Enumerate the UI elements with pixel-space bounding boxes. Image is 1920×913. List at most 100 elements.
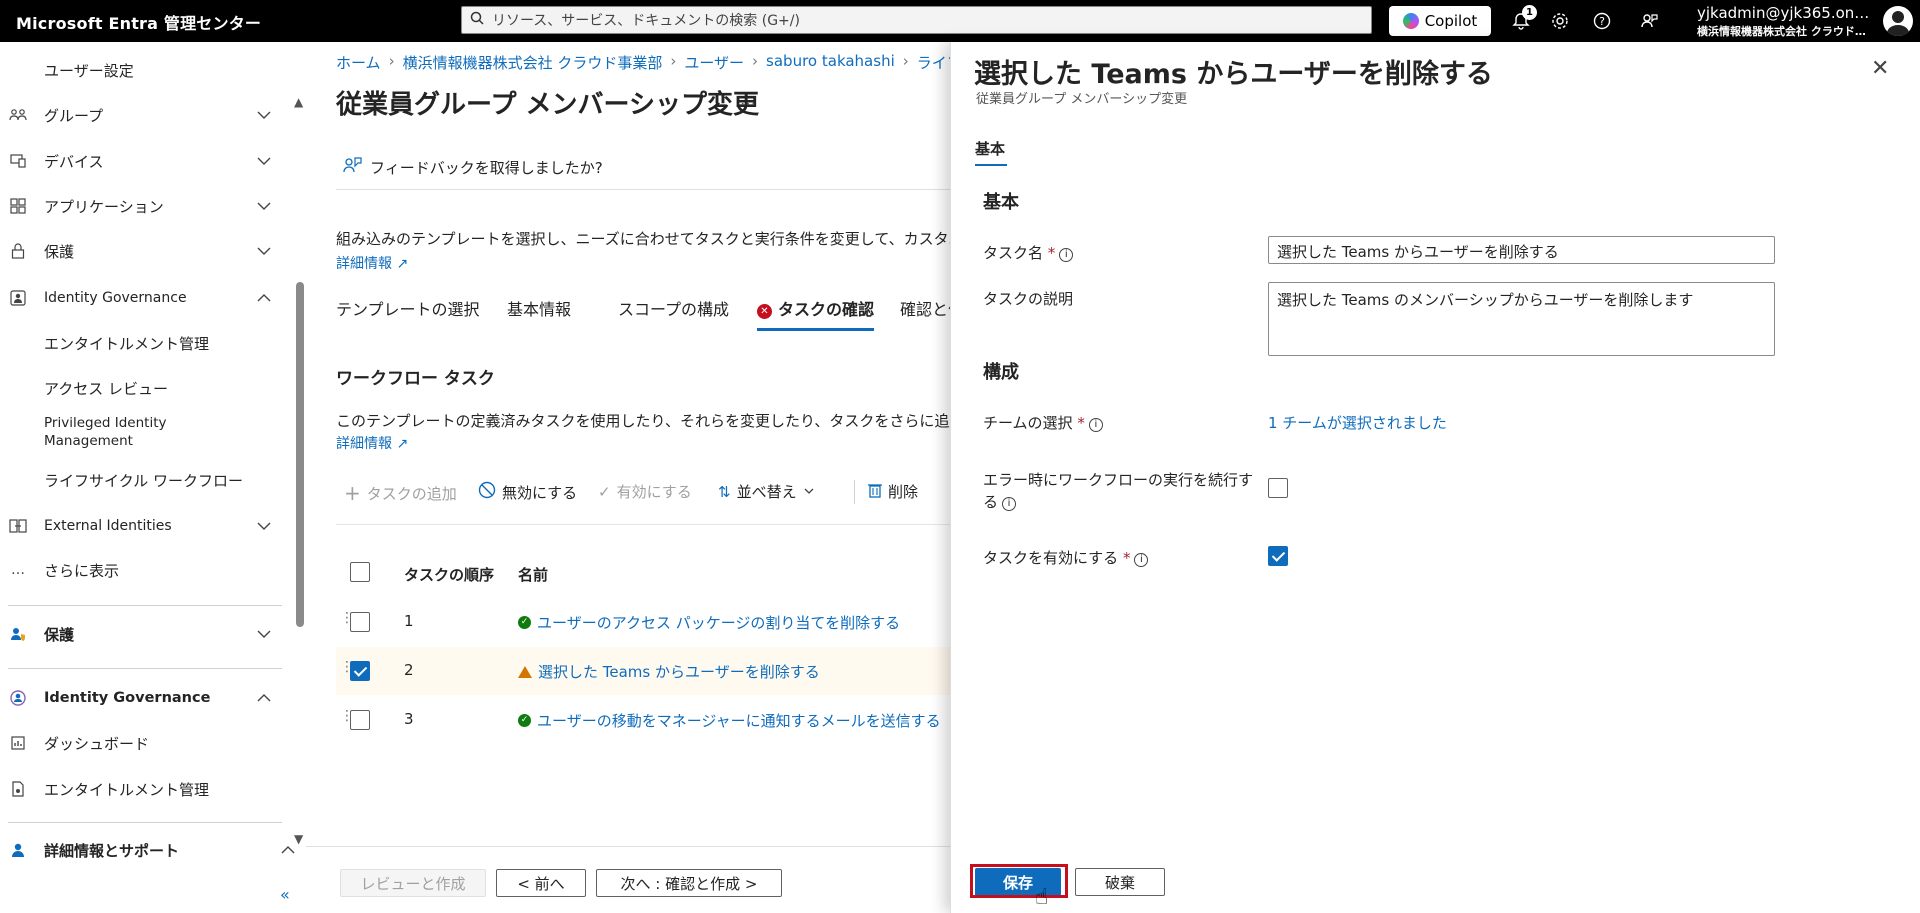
sort-button[interactable]: ⇅ 並べ替え: [718, 481, 815, 502]
active-tab-indicator: [975, 164, 1007, 166]
chevron-down-icon: [256, 626, 272, 642]
table-row[interactable]: ⋮ 2 選択した Teams からユーザーを削除する: [336, 647, 950, 695]
user-email[interactable]: yjkadmin@yjk365.on…: [1697, 4, 1869, 22]
task-name: 選択した Teams からユーザーを削除する: [538, 663, 820, 681]
panel-title: 選択した Teams からユーザーを削除する: [974, 59, 1493, 90]
next-button[interactable]: 次へ : 確認と作成 >: [596, 869, 782, 897]
sidebar-divider: [8, 668, 282, 669]
sidebar-item-groups[interactable]: グループ: [0, 97, 290, 133]
breadcrumb-separator: ›: [752, 52, 759, 70]
scroll-up-arrow-icon[interactable]: ▲: [294, 95, 303, 109]
previous-button[interactable]: < 前へ: [496, 869, 586, 897]
tab-basic-info[interactable]: 基本情報: [507, 296, 571, 320]
sidebar-section-learn-support[interactable]: 詳細情報とサポート: [0, 832, 295, 868]
review-create-button[interactable]: レビューと作成: [340, 869, 486, 897]
sidebar-item-label: アプリケーション: [44, 197, 164, 216]
delete-task-button[interactable]: 削除: [868, 481, 918, 502]
disable-task-button[interactable]: 無効にする: [478, 481, 577, 503]
team-select-label: チームの選択 * i: [983, 412, 1103, 433]
sidebar-item-label: Identity Governance: [44, 290, 187, 306]
chevron-down-icon: [256, 198, 272, 214]
sidebar-section-identity-governance[interactable]: Identity Governance: [0, 680, 290, 716]
tab-basic[interactable]: 基本: [975, 138, 1005, 159]
sidebar-item-lifecycle-workflows[interactable]: ライフサイクル ワークフロー: [0, 462, 290, 498]
sidebar-scrollbar[interactable]: [296, 282, 304, 627]
task-name-link[interactable]: 選択した Teams からユーザーを削除する: [518, 661, 820, 682]
row-checkbox[interactable]: [350, 612, 370, 632]
sidebar-item-devices[interactable]: デバイス: [0, 143, 290, 179]
team-select-link[interactable]: 1 チームが選択されました: [1268, 412, 1447, 433]
row-checkbox[interactable]: [350, 710, 370, 730]
task-name-link[interactable]: ✓ ユーザーの移動をマネージャーに通知するメールを送信する: [518, 710, 941, 731]
add-task-button[interactable]: + タスクの追加: [344, 481, 457, 505]
enable-task-checkbox[interactable]: [1268, 546, 1288, 566]
sidebar-item-user-settings[interactable]: ユーザー設定: [0, 52, 290, 88]
sidebar-item-applications[interactable]: アプリケーション: [0, 188, 290, 224]
breadcrumb-tenant[interactable]: 横浜情報機器株式会社 クラウド事業部: [403, 52, 663, 73]
required-marker: *: [1077, 414, 1085, 432]
global-search-input[interactable]: リソース、サービス、ドキュメントの検索 (G+/): [461, 6, 1372, 34]
breadcrumb-users[interactable]: ユーザー: [684, 52, 744, 73]
notification-bell-icon[interactable]: 1: [1509, 5, 1537, 33]
top-bar: Microsoft Entra 管理センター リソース、サービス、ドキュメントの…: [0, 0, 1920, 42]
info-icon[interactable]: i: [1002, 497, 1017, 511]
more-options-icon[interactable]: …: [740, 90, 756, 109]
tab-review-tasks[interactable]: ✕ タスクの確認: [757, 296, 874, 320]
column-header-order[interactable]: タスクの順序: [404, 564, 494, 585]
page-title: 従業員グループ メンバーシップ変更: [336, 90, 759, 120]
learn-more-link[interactable]: 詳細情報 ↗: [336, 253, 408, 273]
footer-divider: [306, 846, 950, 847]
close-icon[interactable]: ✕: [1871, 56, 1889, 81]
tab-scope-config[interactable]: スコープの構成: [618, 296, 729, 320]
checkmark-icon: ✓: [598, 482, 611, 501]
tab-template-select[interactable]: テンプレートの選択: [336, 296, 480, 320]
external-link-icon: ↗: [396, 256, 409, 272]
user-avatar[interactable]: [1883, 6, 1913, 36]
sidebar-item-show-more[interactable]: … さらに表示: [0, 552, 290, 588]
task-name-input[interactable]: 選択した Teams からユーザーを削除する: [1268, 236, 1775, 264]
sidebar-item-protection[interactable]: 保護: [0, 233, 290, 269]
feedback-link[interactable]: フィードバックを取得しましたか?: [342, 156, 603, 178]
section-heading-basic: 基本: [983, 192, 1019, 213]
breadcrumb-separator: ›: [388, 52, 395, 70]
sidebar-item-external-identities[interactable]: External Identities: [0, 508, 290, 544]
continue-on-error-label: エラー時にワークフローの実行を続行する i: [983, 469, 1253, 513]
sidebar-item-label: ライフサイクル ワークフロー: [44, 471, 244, 490]
sidebar-item-identity-governance[interactable]: Identity Governance: [0, 280, 290, 316]
info-icon[interactable]: i: [1088, 417, 1103, 432]
feedback-icon[interactable]: [1637, 9, 1661, 33]
breadcrumb-home[interactable]: ホーム: [336, 52, 381, 73]
enable-task-button[interactable]: ✓ 有効にする: [598, 481, 692, 502]
sidebar-section-protection[interactable]: 保護: [0, 616, 290, 652]
enable-label: 有効にする: [616, 483, 692, 501]
continue-on-error-checkbox[interactable]: [1268, 478, 1288, 498]
table-row[interactable]: ⋮ 1 ✓ ユーザーのアクセス パッケージの割り当てを削除する: [336, 598, 950, 646]
scroll-down-arrow-icon[interactable]: ▼: [294, 832, 303, 846]
info-icon[interactable]: i: [1134, 552, 1149, 567]
collapse-sidebar-icon[interactable]: «: [280, 885, 290, 904]
info-icon[interactable]: i: [1059, 247, 1074, 262]
help-icon[interactable]: ?: [1590, 9, 1614, 33]
task-description-textarea[interactable]: 選択した Teams のメンバーシップからユーザーを削除します: [1268, 282, 1775, 356]
sidebar-item-dashboard[interactable]: ダッシュボード: [0, 725, 290, 761]
sidebar-item-entitlement-management-2[interactable]: エンタイトルメント管理: [0, 771, 290, 807]
copilot-button[interactable]: Copilot: [1389, 6, 1491, 36]
select-all-checkbox[interactable]: [350, 562, 370, 582]
row-checkbox[interactable]: [350, 661, 370, 681]
entitlement-icon: [8, 779, 28, 799]
breadcrumb-separator: ›: [902, 52, 909, 70]
task-toolbar: + タスクの追加 無効にする ✓ 有効にする ⇅ 並べ替え 削除: [336, 479, 950, 507]
learn-more-link[interactable]: 詳細情報 ↗: [336, 433, 408, 453]
sidebar-item-access-reviews[interactable]: アクセス レビュー: [0, 370, 290, 406]
sidebar-item-pim[interactable]: Privileged Identity Management: [0, 410, 290, 454]
column-header-name[interactable]: 名前: [518, 564, 548, 585]
table-row[interactable]: ⋮ 3 ✓ ユーザーの移動をマネージャーに通知するメールを送信する: [336, 696, 950, 744]
discard-button[interactable]: 破棄: [1075, 868, 1165, 896]
task-name-link[interactable]: ✓ ユーザーのアクセス パッケージの割り当てを削除する: [518, 612, 900, 633]
plus-icon: +: [344, 481, 361, 505]
sidebar-item-entitlement-management[interactable]: エンタイトルメント管理: [0, 325, 290, 361]
settings-gear-icon[interactable]: [1548, 9, 1572, 33]
app-brand[interactable]: Microsoft Entra 管理センター: [16, 10, 261, 34]
breadcrumb-user[interactable]: saburo takahashi: [766, 52, 895, 73]
apps-grid-icon: [8, 196, 28, 216]
